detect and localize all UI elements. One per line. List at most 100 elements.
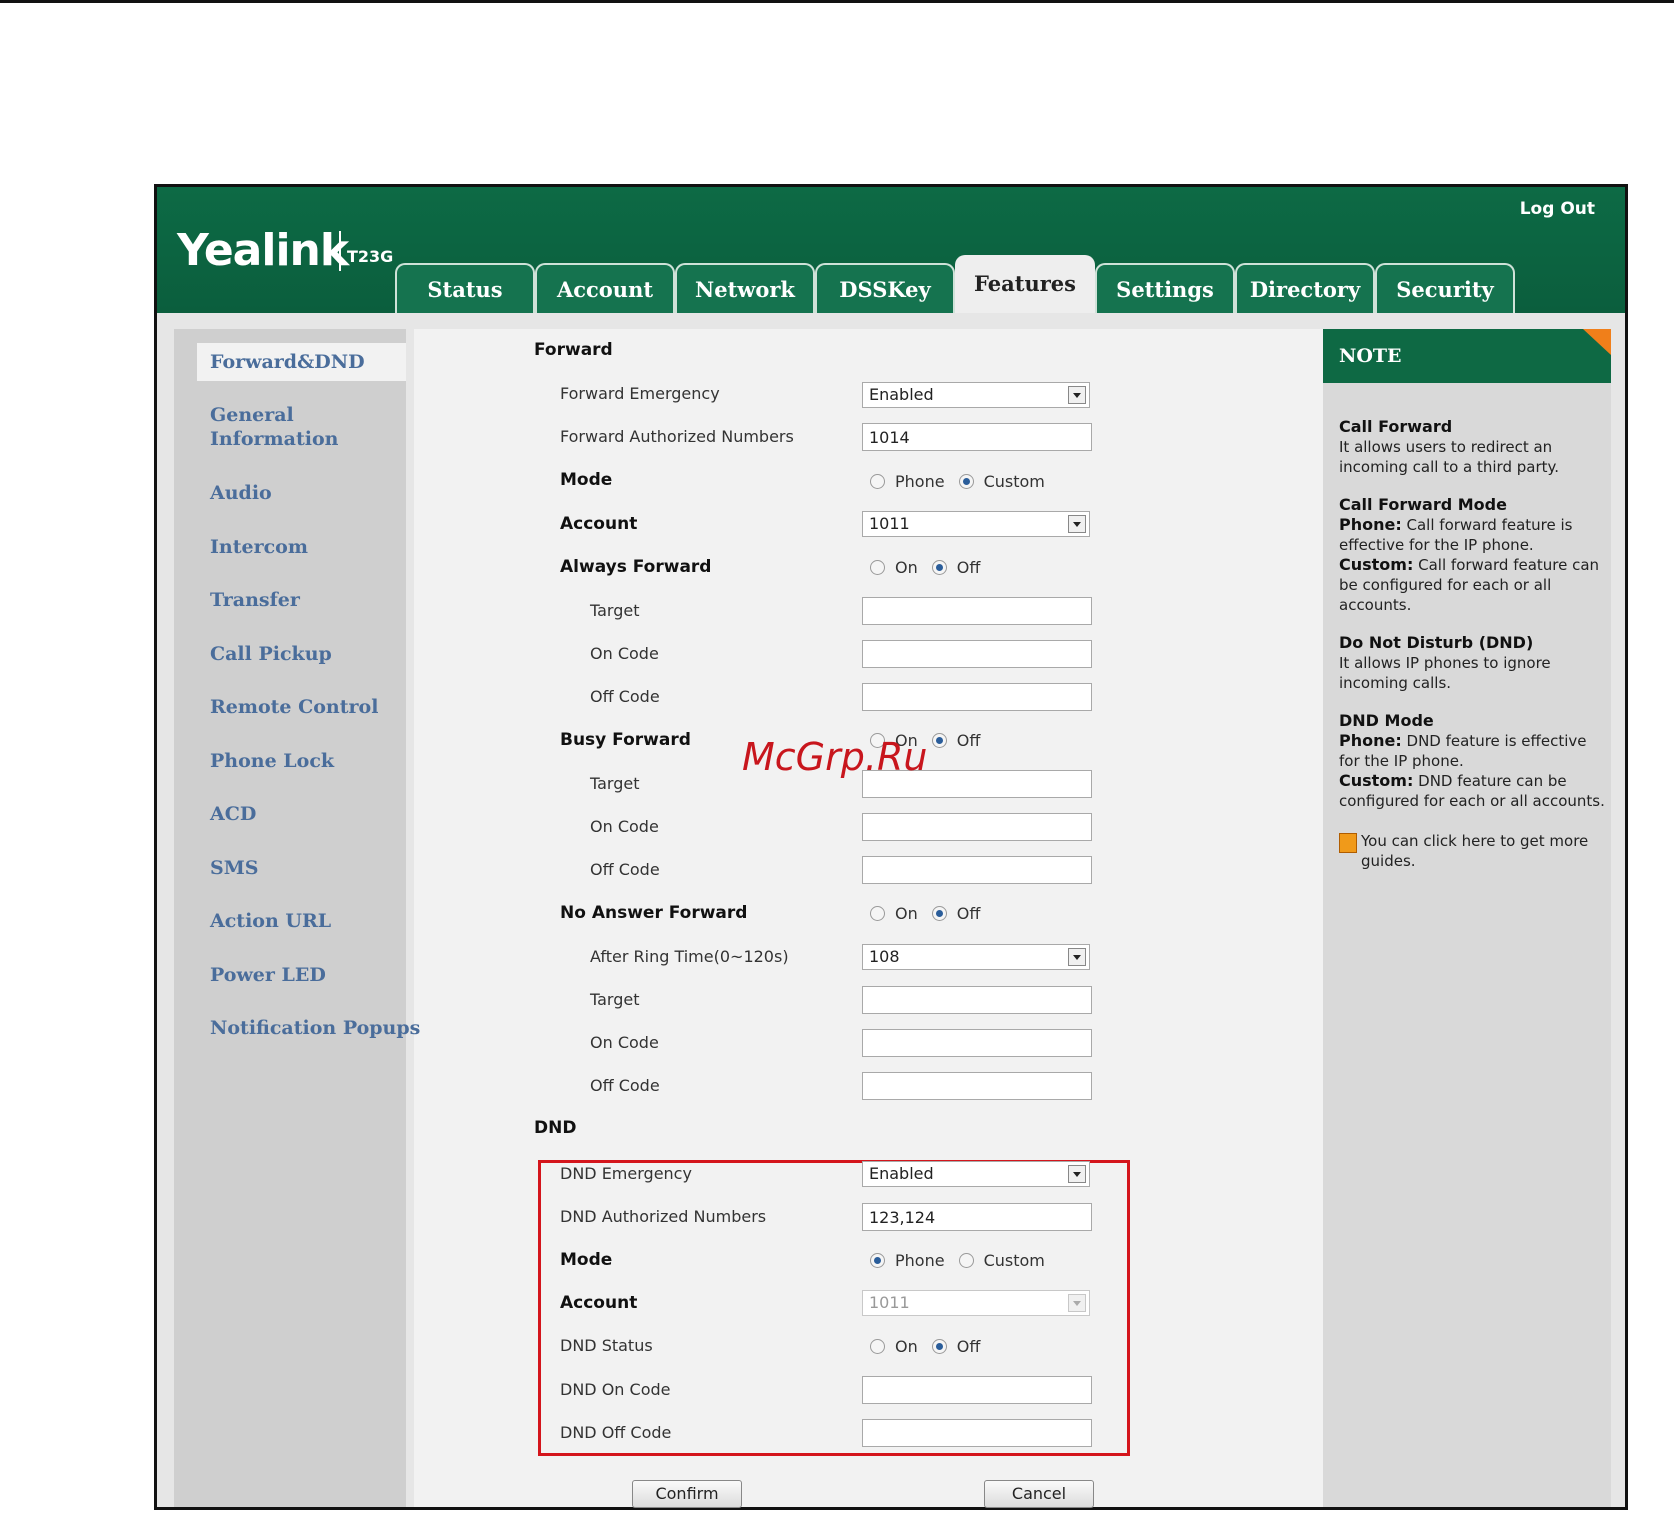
note-dnd-phone-key: Phone: [1339, 731, 1402, 750]
dnd-authorized-input[interactable] [862, 1203, 1092, 1231]
guide-text[interactable]: You can click here to get more guides. [1361, 831, 1607, 871]
dnd-status-on-label: On [895, 1336, 918, 1356]
no-answer-target-label: Target [590, 990, 640, 1009]
forward-section-title: Forward [534, 340, 613, 360]
no-answer-target-input[interactable] [862, 986, 1092, 1014]
always-off-code-input[interactable] [862, 683, 1092, 711]
dnd-status-label: DND Status [560, 1336, 653, 1355]
dnd-status-on-radio[interactable] [870, 1338, 885, 1354]
sidebar-item-sms[interactable]: SMS [210, 856, 258, 880]
busy-forward-off-radio[interactable] [931, 732, 947, 748]
always-target-input[interactable] [862, 597, 1092, 625]
busy-target-label: Target [590, 774, 640, 793]
forward-account-value: 1011 [869, 514, 910, 533]
note-dnd-custom-key: Custom: [1339, 771, 1414, 790]
sidebar-item-phone-lock[interactable]: Phone Lock [210, 749, 334, 773]
dnd-mode-custom-label: Custom [983, 1250, 1045, 1270]
note-dnd-title: Do Not Disturb (DND) [1339, 633, 1534, 652]
sidebar-item-intercom[interactable]: Intercom [210, 535, 308, 559]
sidebar-item-general-information[interactable]: General Information [210, 403, 410, 451]
dnd-on-code-label: DND On Code [560, 1380, 671, 1399]
always-on-code-input[interactable] [862, 640, 1092, 668]
book-icon [1339, 833, 1357, 853]
busy-off-code-input[interactable] [862, 856, 1092, 884]
dnd-on-code-input[interactable] [862, 1376, 1092, 1404]
note-call-forward-text: It allows users to redirect an incoming … [1339, 438, 1560, 476]
busy-off-code-label: Off Code [590, 860, 660, 879]
dropdown-arrow-icon [1068, 1165, 1086, 1183]
sidebar-item-audio[interactable]: Audio [210, 481, 272, 505]
forward-mode-label: Mode [560, 470, 613, 490]
dnd-account-select: 1011 [862, 1290, 1090, 1316]
note-dnd-text: It allows IP phones to ignore incoming c… [1339, 654, 1551, 692]
dnd-status-off-radio[interactable] [931, 1338, 947, 1354]
sidebar-item-notification-popups[interactable]: Notification Popups [210, 1016, 420, 1040]
dnd-mode-radio-group: Phone Custom [870, 1249, 1059, 1271]
note-call-forward-title: Call Forward [1339, 417, 1453, 436]
note-panel: NOTE Call Forward It allows users to red… [1323, 329, 1611, 1507]
forward-authorized-label: Forward Authorized Numbers [560, 427, 794, 446]
cancel-button[interactable]: Cancel [984, 1480, 1094, 1508]
watermark: McGrp.Ru [742, 735, 928, 779]
always-forward-label: Always Forward [560, 557, 712, 577]
no-answer-off-code-label: Off Code [590, 1076, 660, 1095]
always-off-code-label: Off Code [590, 687, 660, 706]
dnd-emergency-select[interactable]: Enabled [862, 1161, 1090, 1187]
forward-mode-phone-radio[interactable] [870, 473, 885, 489]
dnd-account-label: Account [560, 1293, 638, 1313]
forward-emergency-label: Forward Emergency [560, 384, 720, 403]
no-answer-forward-on-label: On [895, 903, 918, 923]
sidebar-item-transfer[interactable]: Transfer [210, 588, 300, 612]
dnd-account-value: 1011 [869, 1293, 910, 1312]
dnd-emergency-value: Enabled [869, 1164, 934, 1183]
no-answer-forward-on-radio[interactable] [870, 905, 885, 921]
no-answer-on-code-input[interactable] [862, 1029, 1092, 1057]
always-forward-off-label: Off [956, 557, 981, 577]
no-answer-on-code-label: On Code [590, 1033, 659, 1052]
no-answer-off-code-input[interactable] [862, 1072, 1092, 1100]
sidebar-item-call-pickup[interactable]: Call Pickup [210, 642, 332, 666]
forward-authorized-input[interactable] [862, 423, 1092, 451]
no-answer-forward-radio-group: On Off [870, 902, 994, 924]
dnd-mode-custom-radio[interactable] [958, 1252, 974, 1268]
sidebar-item-action-url[interactable]: Action URL [210, 909, 331, 933]
dnd-mode-phone-radio[interactable] [870, 1252, 885, 1268]
forward-emergency-value: Enabled [869, 385, 934, 404]
dnd-emergency-label: DND Emergency [560, 1164, 692, 1183]
forward-mode-custom-radio[interactable] [958, 473, 974, 489]
forward-account-select[interactable]: 1011 [862, 511, 1090, 537]
always-forward-off-radio[interactable] [931, 559, 947, 575]
dropdown-arrow-icon [1068, 386, 1086, 404]
no-answer-forward-off-label: Off [956, 903, 981, 923]
top-rule [0, 0, 1674, 3]
no-answer-forward-off-radio[interactable] [931, 905, 947, 921]
ring-time-value: 108 [869, 947, 900, 966]
note-cf-mode-title: Call Forward Mode [1339, 495, 1507, 514]
always-target-label: Target [590, 601, 640, 620]
dnd-authorized-label: DND Authorized Numbers [560, 1207, 767, 1226]
dnd-off-code-label: DND Off Code [560, 1423, 672, 1442]
note-dnd-mode-title: DND Mode [1339, 711, 1434, 730]
forward-mode-radio-group: Phone Custom [870, 470, 1059, 492]
ring-time-label: After Ring Time(0~120s) [590, 947, 789, 966]
note-body: Call Forward It allows users to redirect… [1339, 417, 1607, 871]
busy-on-code-label: On Code [590, 817, 659, 836]
always-forward-radio-group: On Off [870, 556, 994, 578]
no-answer-forward-label: No Answer Forward [560, 903, 748, 923]
always-forward-on-radio[interactable] [870, 559, 885, 575]
confirm-button[interactable]: Confirm [632, 1480, 742, 1508]
ring-time-select[interactable]: 108 [862, 944, 1090, 970]
guide-link[interactable]: You can click here to get more guides. [1339, 831, 1607, 871]
dnd-off-code-input[interactable] [862, 1419, 1092, 1447]
dropdown-arrow-icon [1068, 948, 1086, 966]
dnd-status-off-label: Off [956, 1336, 981, 1356]
sidebar-item-remote-control[interactable]: Remote Control [210, 695, 378, 719]
forward-emergency-select[interactable]: Enabled [862, 382, 1090, 408]
sidebar-item-acd[interactable]: ACD [210, 802, 256, 826]
sidebar-item-power-led[interactable]: Power LED [210, 963, 326, 987]
sidebar-item-forward-dnd[interactable]: Forward&DND [210, 350, 365, 374]
note-corner [1583, 329, 1611, 355]
busy-on-code-input[interactable] [862, 813, 1092, 841]
busy-forward-off-label: Off [956, 730, 981, 750]
dropdown-arrow-icon [1068, 1294, 1086, 1312]
